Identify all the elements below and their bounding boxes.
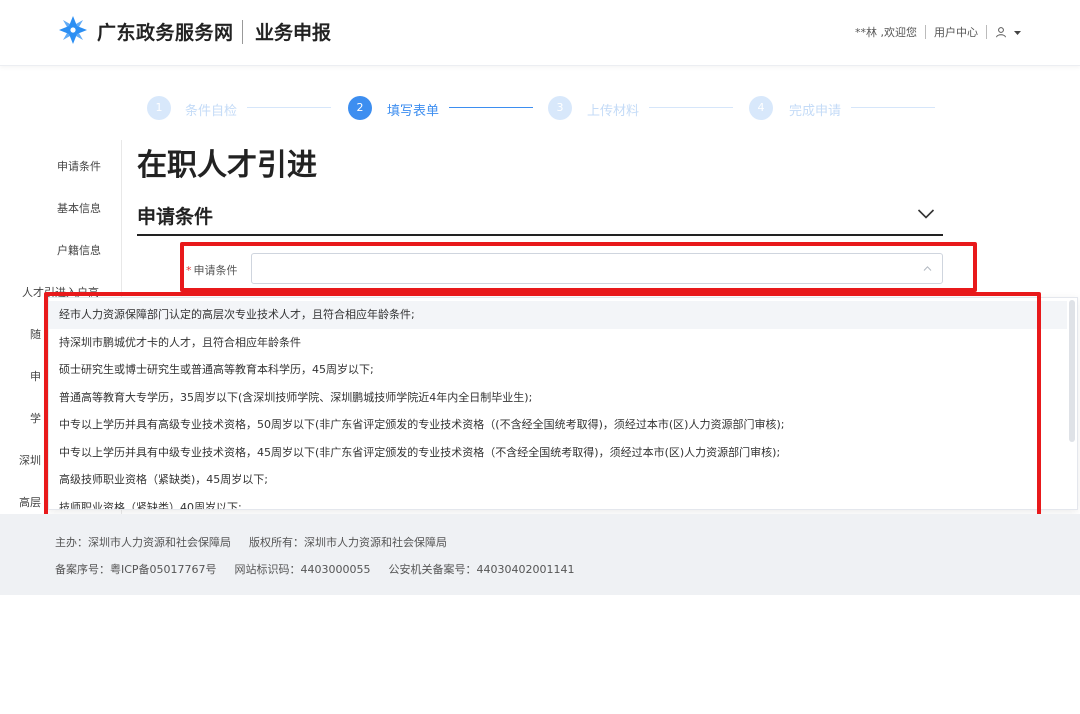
footer-site-id: 网站标识码：4403000055	[234, 563, 371, 576]
step-1-label: 条件自检	[185, 104, 238, 119]
footer-icp[interactable]: 备案序号：粤ICP备05017767号	[55, 563, 217, 576]
dropdown-option[interactable]: 持深圳市鹏城优才卡的人才，且符合相应年龄条件	[49, 329, 1067, 357]
welcome-text: **林 ,欢迎您	[855, 26, 917, 39]
step-connector	[449, 107, 533, 108]
user-nav: **林 ,欢迎您 用户中心	[855, 24, 1022, 40]
step-4-label: 完成申请	[789, 104, 842, 119]
step-2-number: 2	[348, 96, 372, 120]
page-footer: 主办：深圳市人力资源和社会保障局 版权所有：深圳市人力资源和社会保障局 备案序号：…	[0, 514, 1080, 595]
footer-copyright: 版权所有：深圳市人力资源和社会保障局	[249, 536, 447, 549]
top-header: 广东政务服务网 业务申报 **林 ,欢迎您 用户中心	[0, 0, 1080, 66]
nav-item-partial[interactable]: 学	[30, 410, 41, 426]
dropdown-option[interactable]: 普通高等教育大专学历，35周岁以下(含深圳技师学院、深圳鹏城技师学院近4年内全日…	[49, 384, 1067, 412]
required-mark: *	[186, 264, 192, 277]
footer-line-1: 主办：深圳市人力资源和社会保障局 版权所有：深圳市人力资源和社会保障局	[55, 534, 465, 550]
nav-item-partial[interactable]: 深圳	[19, 452, 41, 468]
step-connector	[649, 107, 733, 108]
step-4-number: 4	[749, 96, 773, 120]
field-label-text: 申请条件	[193, 264, 238, 277]
nav-divider	[925, 25, 926, 39]
progress-steps: 1 条件自检 2 填写表单 3 上传材料 4 完成申请	[147, 96, 947, 120]
footer-organizer: 主办：深圳市人力资源和社会保障局	[55, 536, 231, 549]
dropdown-option-list: 经市人力资源保障部门认定的高层次专业技术人才，且符合相应年龄条件; 持深圳市鹏城…	[49, 301, 1067, 510]
nav-item-partial[interactable]: 高层	[19, 494, 41, 510]
nav-item-partial[interactable]: 申	[30, 368, 41, 384]
nav-divider	[986, 25, 987, 39]
apply-conditions-select[interactable]	[251, 253, 943, 284]
site-subtitle: 业务申报	[255, 22, 332, 44]
dropdown-option[interactable]: 中专以上学历并具有高级专业技术资格，50周岁以下(非广东省评定颁发的专业技术资格…	[49, 411, 1067, 439]
dropdown-option[interactable]: 中专以上学历并具有中级专业技术资格，45周岁以下(非广东省评定颁发的专业技术资格…	[49, 439, 1067, 467]
nav-item-basic-info[interactable]: 基本信息	[57, 200, 101, 216]
dropdown-scrollbar-thumb[interactable]	[1069, 300, 1075, 442]
step-connector	[851, 107, 935, 108]
dropdown-option[interactable]: 经市人力资源保障部门认定的高层次专业技术人才，且符合相应年龄条件;	[49, 301, 1067, 329]
footer-line-2: 备案序号：粤ICP备05017767号 网站标识码：4403000055 公安机关备…	[55, 561, 593, 577]
step-2-label: 填写表单	[387, 104, 440, 119]
dropdown-option[interactable]: 技师职业资格（紧缺类）40周岁以下;	[49, 494, 1067, 510]
chevron-down-icon[interactable]	[917, 208, 935, 220]
caret-down-icon[interactable]	[1013, 28, 1022, 37]
dropdown-option[interactable]: 高级技师职业资格（紧缺类)，45周岁以下;	[49, 466, 1067, 494]
nav-item-household-info[interactable]: 户籍信息	[57, 242, 101, 258]
logo-icon	[59, 16, 87, 44]
conditions-dropdown: 经市人力资源保障部门认定的高层次专业技术人才，且符合相应年龄条件; 持深圳市鹏城…	[48, 297, 1078, 510]
step-connector	[247, 107, 331, 108]
dropdown-option[interactable]: 硕士研究生或博士研究生或普通高等教育本科学历，45周岁以下;	[49, 356, 1067, 384]
step-1-number: 1	[147, 96, 171, 120]
step-3-label: 上传材料	[587, 104, 640, 119]
nav-item-partial[interactable]: 随	[30, 326, 41, 342]
brand-divider	[242, 20, 243, 44]
user-icon[interactable]	[995, 26, 1007, 38]
nav-item-apply-conditions[interactable]: 申请条件	[57, 158, 101, 174]
site-brand[interactable]: 广东政务服务网	[97, 18, 234, 45]
field-label-apply-conditions: * 申请条件	[186, 262, 238, 278]
user-center-link[interactable]: 用户中心	[934, 24, 978, 40]
page-title: 在职人才引进	[137, 148, 317, 183]
step-3-number: 3	[548, 96, 572, 120]
chevron-up-icon[interactable]	[923, 265, 932, 272]
section-header[interactable]: 申请条件	[137, 200, 943, 236]
section-title: 申请条件	[137, 206, 214, 228]
footer-police-record[interactable]: 公安机关备案号：44030402001141	[389, 563, 575, 576]
